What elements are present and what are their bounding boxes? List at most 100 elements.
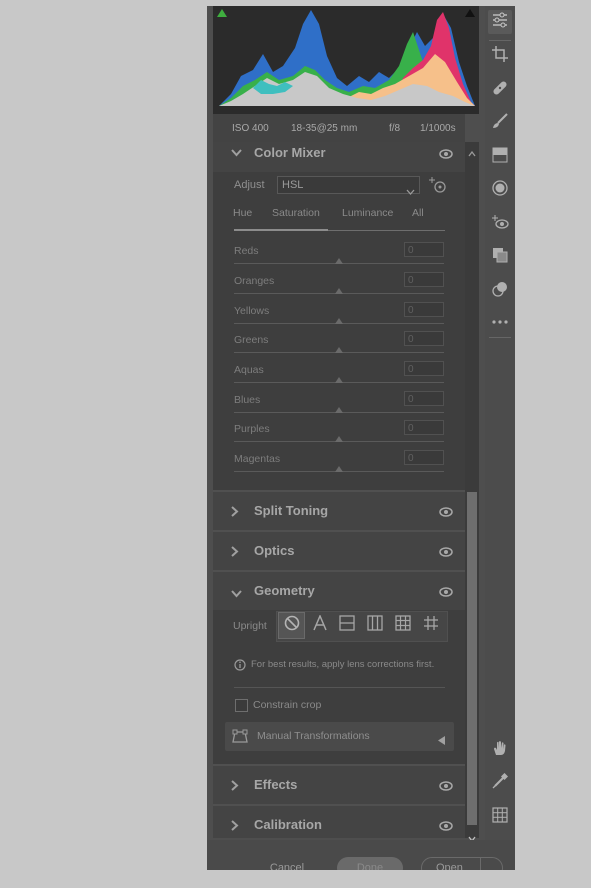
slider-value-field[interactable]: 0: [404, 450, 444, 465]
slider-value-field[interactable]: 0: [404, 361, 444, 376]
transform-icon: [232, 729, 248, 749]
color-mixer-header[interactable]: Color Mixer: [213, 142, 465, 172]
eye-icon[interactable]: [439, 778, 453, 796]
effects-header[interactable]: Effects: [213, 766, 465, 804]
more-icon: [492, 311, 508, 329]
tab-active-indicator: [234, 229, 328, 231]
slider-value-field[interactable]: 0: [404, 420, 444, 435]
scroll-up-icon[interactable]: [468, 144, 476, 162]
slider-row: Purples 0: [213, 420, 465, 450]
shadow-clipping-icon[interactable]: [217, 9, 227, 17]
hsl-tabs: Hue Saturation Luminance All: [213, 204, 465, 226]
tool-divider: [489, 40, 511, 41]
slider-row: Magentas 0: [213, 450, 465, 480]
iso-value: ISO 400: [232, 122, 269, 134]
radial-filter-icon: [492, 179, 508, 201]
slider-thumb[interactable]: [335, 407, 343, 413]
eye-icon[interactable]: [439, 584, 453, 602]
constrain-crop-checkbox[interactable]: [235, 699, 248, 712]
edit-tool-button[interactable]: [488, 10, 512, 34]
chevron-right-icon: [231, 505, 239, 520]
red-eye-icon: [491, 214, 509, 235]
slider-thumb[interactable]: [335, 436, 343, 442]
no-symbol-icon: [284, 615, 300, 636]
chevron-down-icon[interactable]: [486, 865, 495, 870]
geometry-title: Geometry: [254, 583, 315, 598]
slider-thumb[interactable]: [335, 466, 343, 472]
calibration-header[interactable]: Calibration: [213, 806, 465, 838]
upright-off-button[interactable]: [278, 612, 305, 639]
slider-value-field[interactable]: 0: [404, 331, 444, 346]
adjust-select-value: HSL: [282, 179, 304, 191]
grid-full-icon: [394, 615, 411, 636]
gradient-tool-button[interactable]: [488, 145, 512, 169]
geometry-divider: [234, 687, 445, 688]
slider-thumb[interactable]: [335, 258, 343, 264]
upright-vertical-button[interactable]: [361, 612, 388, 639]
color-mixer-title: Color Mixer: [254, 145, 326, 160]
upright-full-button[interactable]: [389, 612, 416, 639]
healing-tool-button[interactable]: [488, 78, 512, 102]
tab-hue[interactable]: Hue: [233, 207, 252, 219]
slider-thumb[interactable]: [335, 318, 343, 324]
radial-filter-tool-button[interactable]: [488, 178, 512, 202]
slider-value-field[interactable]: 0: [404, 391, 444, 406]
eye-icon[interactable]: [439, 146, 453, 164]
slider-thumb[interactable]: [335, 288, 343, 294]
info-icon: [234, 658, 246, 676]
eye-icon[interactable]: [439, 544, 453, 562]
slider-thumb[interactable]: [335, 347, 343, 353]
split-toning-header[interactable]: Split Toning: [213, 492, 465, 530]
upright-guided-button[interactable]: [417, 612, 444, 639]
dialog-footer: Cancel Done Open: [207, 840, 515, 870]
slider-row: Oranges 0: [213, 272, 465, 302]
presets-icon: [492, 281, 508, 302]
panel-scrollbar[interactable]: [465, 142, 479, 843]
done-button[interactable]: Done: [337, 857, 403, 870]
manual-transformations-label: Manual Transformations: [257, 730, 370, 742]
manual-transformations-row[interactable]: Manual Transformations: [225, 722, 454, 751]
adjust-select[interactable]: HSL: [277, 176, 420, 195]
shutter-value: 1/1000s: [420, 122, 456, 134]
tool-divider: [489, 337, 511, 338]
chevron-right-icon: [231, 779, 239, 794]
red-eye-tool-button[interactable]: [488, 212, 512, 236]
snapshots-icon: [492, 247, 508, 268]
tab-luminance[interactable]: Luminance: [342, 207, 393, 219]
eyedropper-tool-button[interactable]: [488, 771, 512, 795]
tab-all[interactable]: All: [412, 207, 424, 219]
brush-tool-button[interactable]: [488, 111, 512, 135]
histogram: [213, 6, 479, 114]
cancel-button[interactable]: Cancel: [257, 857, 317, 870]
presets-tool-button[interactable]: [488, 279, 512, 303]
vertical-icon: [366, 615, 383, 636]
slider-value-field[interactable]: 0: [404, 302, 444, 317]
snapshots-tool-button[interactable]: [488, 245, 512, 269]
slider-thumb[interactable]: [335, 377, 343, 383]
eye-icon[interactable]: [439, 504, 453, 522]
hand-tool-button[interactable]: [488, 738, 512, 762]
upright-level-button[interactable]: [333, 612, 360, 639]
slider-row: Reds 0: [213, 242, 465, 272]
slider-label: Oranges: [234, 275, 275, 287]
effects-title: Effects: [254, 777, 298, 792]
slider-value-field[interactable]: 0: [404, 272, 444, 287]
split-toning-title: Split Toning: [254, 503, 329, 518]
more-tools-button[interactable]: [488, 308, 512, 332]
slider-row: Greens 0: [213, 331, 465, 361]
eye-icon[interactable]: [439, 818, 453, 836]
open-button[interactable]: Open: [436, 862, 463, 870]
grid-overlay-button[interactable]: [488, 805, 512, 829]
highlight-clipping-icon[interactable]: [465, 9, 475, 17]
tab-saturation[interactable]: Saturation: [272, 207, 320, 219]
crop-tool-button[interactable]: [488, 44, 512, 68]
slider-value-field[interactable]: 0: [404, 242, 444, 257]
upright-auto-button[interactable]: [306, 612, 333, 639]
triangle-left-icon: [438, 732, 445, 750]
geometry-header[interactable]: Geometry: [213, 572, 465, 610]
scrollbar-thumb[interactable]: [467, 492, 477, 825]
targeted-adjustment-icon[interactable]: [429, 176, 447, 199]
open-split-divider: [480, 858, 481, 870]
optics-header[interactable]: Optics: [213, 532, 465, 570]
slider-label: Magentas: [234, 453, 281, 465]
